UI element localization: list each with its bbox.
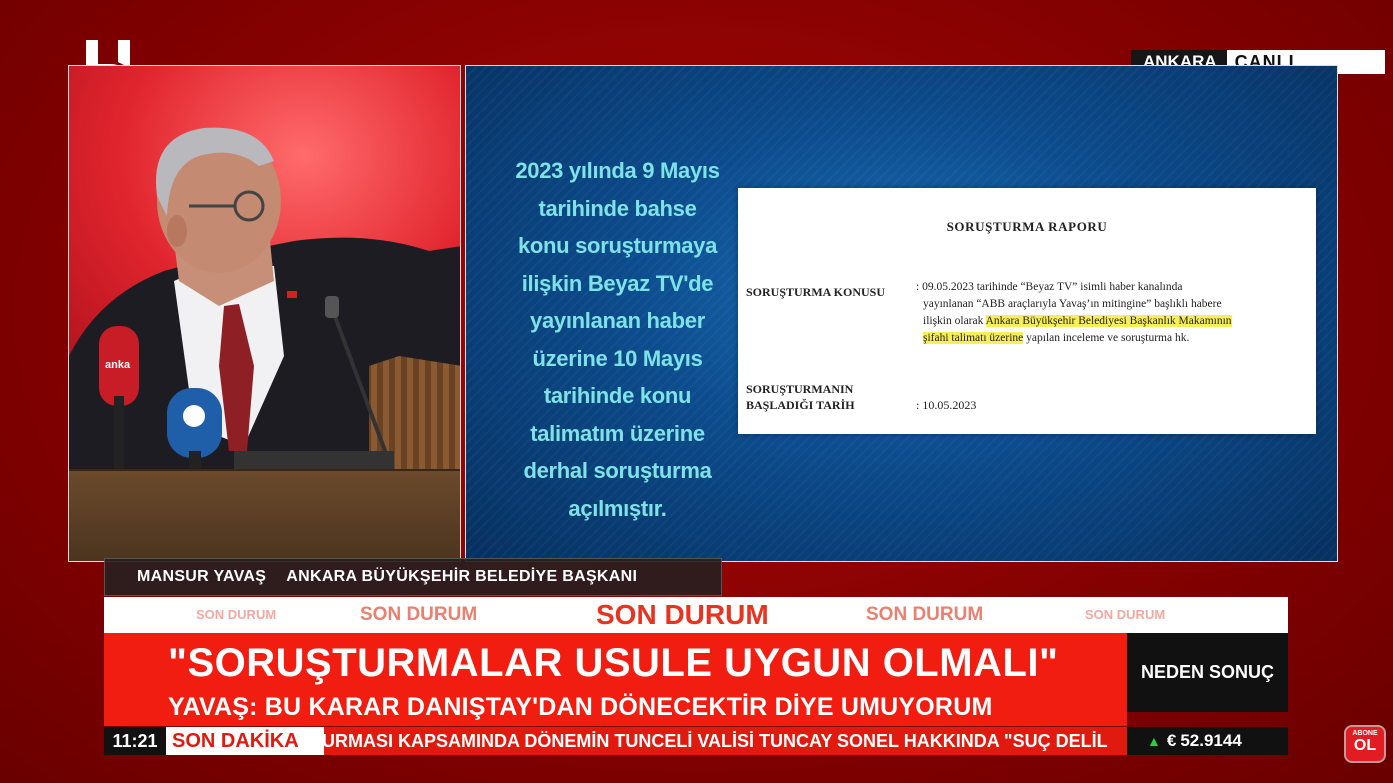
start-date-value: : 10.05.2023 [916, 398, 977, 412]
name-strap: MANSUR YAVAŞ ANKARA BÜYÜKŞEHİR BELEDİYE … [104, 558, 722, 596]
statement-line: yayınlanan haber [530, 308, 705, 333]
subject-line: yayınlanan “ABB araçlarıyla Yavaş’ın mit… [923, 298, 1222, 310]
ticker-text: URMASI KAPSAMINDA DÖNEMİN TUNCELİ VALİSİ… [322, 731, 1108, 751]
statement-line: derhal soruşturma [523, 458, 712, 483]
speaker-role: ANKARA BÜYÜKŞEHİR BELEDİYE BAŞKANI [286, 568, 638, 585]
start-label-line: BAŞLADIĞI TARİH [746, 398, 855, 412]
son-durum-label: SON DURUM [866, 604, 984, 625]
subject-line: : 09.05.2023 tarihinde “Beyaz TV” isimli… [916, 281, 1183, 293]
highlighted-text: şifahi talimatı üzerine [923, 332, 1024, 344]
breaking-news-label: SON DAKİKA [166, 727, 324, 755]
investigation-report-document: SORUŞTURMA RAPORU SORUŞTURMA KONUSU : 09… [738, 188, 1316, 434]
subject-text: yapılan inceleme ve soruşturma hk. [1023, 332, 1190, 344]
currency-symbol: € [1166, 731, 1177, 750]
clock: 11:21 [104, 727, 166, 755]
headline-band: "SORUŞTURMALAR USULE UYGUN OLMALI" YAVAŞ… [104, 633, 1127, 726]
document-title: SORUŞTURMA RAPORU [946, 219, 1108, 234]
son-durum-label: SON DURUM [1085, 607, 1166, 622]
statement-line: ilişkin Beyaz TV'de [521, 270, 714, 296]
statement-line: tarihinde konu [543, 383, 692, 408]
currency-rate: ▲ € 52.9144 [1127, 727, 1288, 755]
program-name-box: NEDEN SONUÇ [1127, 633, 1288, 712]
son-durum-label: SON DURUM [596, 599, 769, 630]
son-durum-label: SON DURUM [196, 607, 277, 622]
subheadline: YAVAŞ: BU KARAR DANIŞTAY'DAN DÖNECEKTİR … [168, 693, 993, 721]
statement-line: üzerine 10 Mayıs [532, 345, 703, 371]
subscribe-line1: ABONE [1352, 730, 1378, 737]
svg-text:anka: anka [105, 359, 131, 371]
statement-line: konu soruşturmaya [517, 233, 718, 258]
headline: "SORUŞTURMALAR USULE UYGUN OLMALI" [168, 641, 1059, 685]
start-date-label: SORUŞTURMANIN BAŞLADIĞI TARİH [746, 381, 855, 413]
subject-label: SORUŞTURMA KONUSU [746, 285, 886, 299]
statement-line: talimatım üzerine [530, 420, 705, 446]
subscribe-line2: OL [1353, 737, 1377, 754]
son-durum-label: SON DURUM [360, 604, 478, 625]
subject-value: : 09.05.2023 tarihinde “Beyaz TV” isimli… [916, 279, 1316, 347]
subject-line: ilişkin olarak Ankara Büyükşehir Belediy… [916, 313, 1316, 330]
statement-text: 2023 yılında 9 Mayıs tarihinde bahse kon… [490, 152, 745, 527]
up-arrow-icon: ▲ [1147, 733, 1161, 749]
son-durum-band: SON DURUM SON DURUM SON DURUM SON DURUM … [104, 597, 1288, 633]
subscribe-button[interactable]: ABONE OL [1346, 727, 1384, 761]
highlighted-text: Ankara Büyükşehir Belediyesi Başkanlık M… [985, 315, 1232, 327]
speaker-video-panel: anka [68, 65, 461, 562]
start-label-line: SORUŞTURMANIN [746, 382, 854, 396]
statement-line: açılmıştır. [568, 495, 667, 521]
podium [69, 471, 460, 561]
currency-value: 52.9144 [1180, 731, 1242, 750]
subject-line: şifahi talimatı üzerine yapılan inceleme… [916, 330, 1316, 347]
document-graphic-panel: 2023 yılında 9 Mayıs tarihinde bahse kon… [465, 65, 1338, 562]
statement-line: 2023 yılında 9 Mayıs [515, 158, 720, 183]
speaker-name: MANSUR YAVAŞ [137, 568, 267, 585]
statement-line: tarihinde bahse [538, 195, 697, 221]
subject-text: ilişkin olarak [923, 315, 986, 327]
